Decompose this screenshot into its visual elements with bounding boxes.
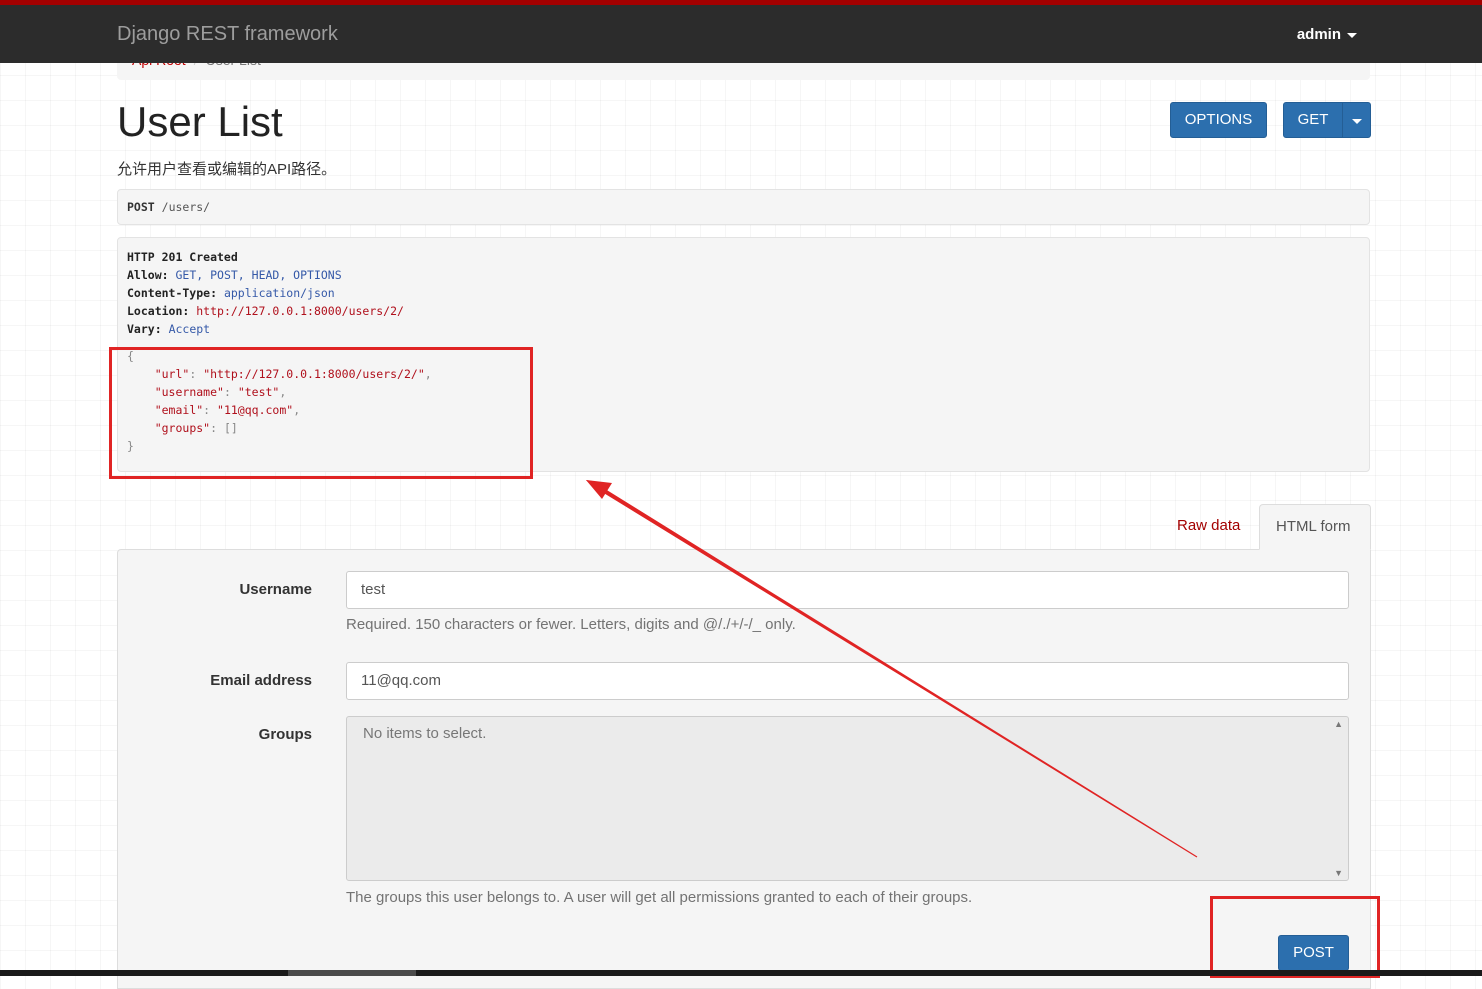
annotation-arrow-icon bbox=[586, 480, 1198, 858]
taskbar-item[interactable] bbox=[288, 970, 416, 976]
taskbar bbox=[0, 970, 1482, 976]
